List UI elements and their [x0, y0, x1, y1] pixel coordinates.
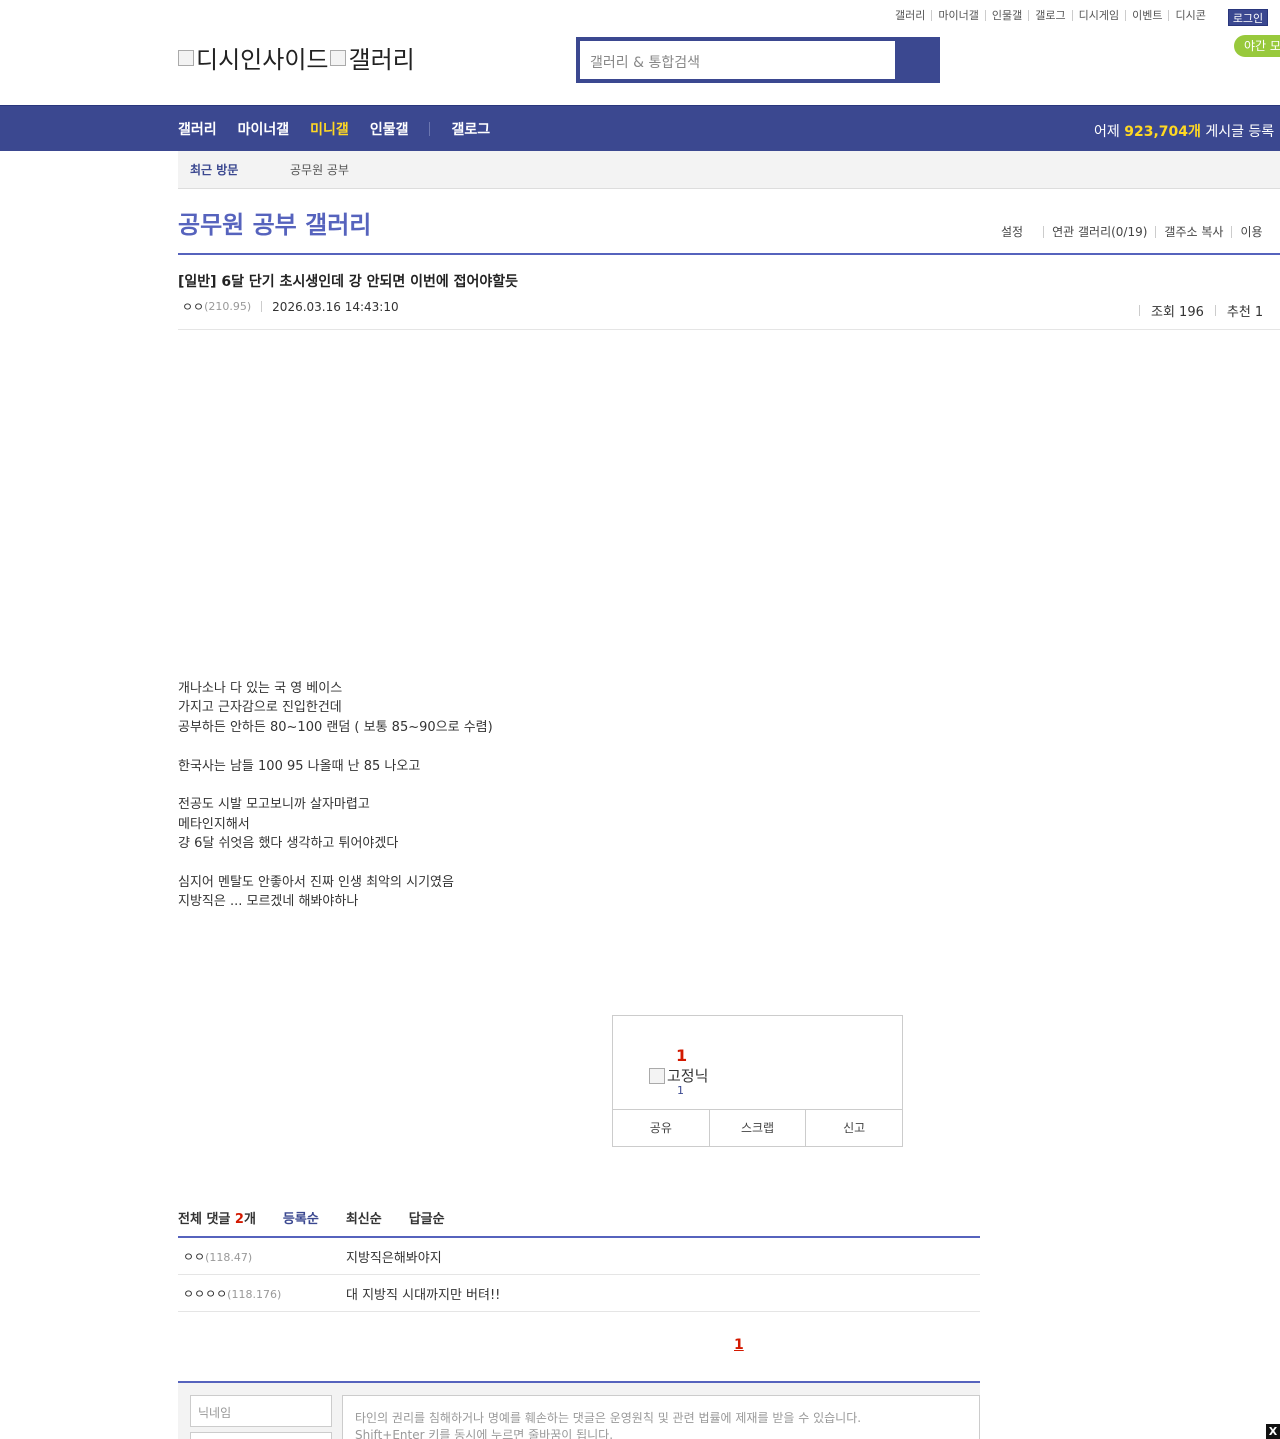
post-count-value: 923,704개	[1124, 124, 1201, 140]
top-util-links: 갤러리 마이너갤 인물갤 갤로그 디시게임 이벤트 디시콘	[889, 10, 1212, 21]
broken-image-icon	[178, 49, 194, 66]
post-body-blank	[178, 854, 493, 873]
post-title: [일반] 6달 단기 초시생인데 강 안되면 이번에 접어야할듯	[178, 274, 519, 290]
util-link-person[interactable]: 인물갤	[984, 10, 1028, 21]
post-body-line: 가지고 근자감으로 진입한건데	[178, 700, 342, 716]
gallery-options: 설정 연관 갤러리(0/19) 갤주소 복사 이용	[1001, 226, 1271, 238]
logo-gallery[interactable]: 갤러리	[330, 40, 415, 75]
scrap-button[interactable]: 스크랩	[708, 1110, 806, 1146]
logo-dcinside[interactable]: 디시인사이드	[178, 40, 328, 75]
divider	[1214, 304, 1216, 316]
divider	[178, 253, 1280, 255]
site-logo[interactable]: 디시인사이드 갤러리	[178, 40, 415, 75]
comment-textarea[interactable]: 타인의 권리를 침해하거나 명예를 훼손하는 댓글은 운영원칙 및 관련 법률에…	[342, 1395, 980, 1439]
fixed-nick-recommend: 고정닉	[649, 1065, 708, 1086]
login-button[interactable]: 로그인	[1228, 9, 1268, 26]
gnb-item-minor[interactable]: 마이너갤	[238, 119, 290, 139]
post-body: 개나소나 다 있는 국 영 베이스 가지고 근자감으로 진입한건데 공부하든 안…	[178, 679, 493, 912]
divider	[261, 301, 263, 312]
gnb-item-gallery[interactable]: 갤러리	[178, 119, 217, 139]
comment-row: ㅇㅇ(118.47) 지방직은해봐야지	[178, 1238, 980, 1275]
util-link-gallery[interactable]: 갤러리	[889, 10, 931, 21]
post-date: 2026.03.16 14:43:10	[272, 299, 399, 314]
gnb-divider	[429, 122, 431, 136]
util-link-minor[interactable]: 마이너갤	[931, 10, 984, 21]
recommend-count: 1	[676, 1046, 688, 1065]
related-gallery-link[interactable]: 연관 갤러리(0/19)	[1043, 226, 1155, 238]
night-mode-button[interactable]: 야간 모	[1234, 35, 1280, 57]
post-body-line: 개나소나 다 있는 국 영 베이스	[178, 681, 343, 696]
post-body-line: 전공도 시발 모고보니까 살자마렵고	[178, 797, 370, 813]
post-body-line: 지방직은 ... 모르겠네 해봐야하나	[178, 894, 359, 910]
post-recommend: 추천 1	[1226, 304, 1264, 320]
comment-total: 전체 댓글 2개	[178, 1212, 256, 1227]
util-link-event[interactable]: 이벤트	[1125, 10, 1168, 21]
post-count-stat: 어제 923,704개 게시글 등록	[1094, 124, 1275, 140]
comment-tabs: 전체 댓글 2개 등록순 최신순 답글순	[178, 1208, 472, 1227]
post-actions: 공유 스크랩 신고	[613, 1109, 902, 1146]
post-body-line: 심지어 멘탈도 안좋아서 진짜 인생 최악의 시기였음	[178, 875, 454, 891]
broken-image-icon	[649, 1067, 665, 1084]
global-nav: 갤러리 마이너갤 미니갤 인물갤 갤로그 어제 923,704개 게시글 등록	[0, 105, 1280, 151]
fixed-nick-count: 1	[677, 1084, 684, 1097]
comment-page-1[interactable]: 1	[734, 1337, 744, 1353]
util-link-gallog[interactable]: 갤로그	[1028, 10, 1071, 21]
recent-visit-bar: 최근 방문 공무원 공부	[178, 151, 1280, 189]
broken-image-icon	[330, 49, 347, 66]
post-body-blank	[178, 776, 493, 795]
nickname-input[interactable]: 닉네임	[190, 1395, 332, 1427]
recent-visit-label[interactable]: 최근 방문	[178, 161, 290, 178]
password-input[interactable]	[190, 1432, 332, 1439]
recommend-box: 1 고정닉 1 공유 스크랩 신고	[612, 1015, 903, 1147]
copy-address-link[interactable]: 갤주소 복사	[1155, 226, 1231, 238]
post-stats: 조회 196 추천 1	[1128, 299, 1280, 321]
gallery-title[interactable]: 공무원 공부 갤러리	[178, 205, 371, 240]
sort-replies[interactable]: 답글순	[409, 1208, 445, 1227]
gnb-item-person[interactable]: 인물갤	[370, 119, 409, 139]
post-body-line: 걍 6달 쉬엇음 했다 생각하고 튀어야겠다	[178, 836, 399, 852]
gallery-settings-link[interactable]: 설정	[1001, 226, 1031, 238]
usage-link[interactable]: 이용	[1231, 226, 1270, 238]
gnb-item-gallog[interactable]: 갤로그	[451, 119, 490, 139]
post-author-ip: (210.95)	[204, 300, 252, 313]
search-input[interactable]: 갤러리 & 통합검색	[580, 41, 895, 79]
post-body-line: 공부하든 안하든 80~100 랜덤 ( 보통 85~90으로 수렴)	[178, 719, 493, 735]
search-button[interactable]	[895, 41, 936, 79]
sort-latest[interactable]: 최신순	[346, 1208, 382, 1227]
gnb-menu: 갤러리 마이너갤 미니갤 인물갤 갤로그	[178, 106, 511, 152]
comment-nick[interactable]: ㅇㅇ(118.47)	[178, 1248, 346, 1265]
comment-nick[interactable]: ㅇㅇㅇㅇ(118.176)	[178, 1285, 346, 1302]
search-bar: 갤러리 & 통합검색	[576, 37, 940, 83]
comment-text: 대 지방직 시대까지만 버텨!!	[346, 1287, 501, 1303]
post-author[interactable]: ㅇㅇ	[182, 298, 204, 315]
post-body-line: 한국사는 남들 100 95 나올때 난 85 나오고	[178, 758, 421, 774]
share-button[interactable]: 공유	[613, 1110, 709, 1146]
report-button[interactable]: 신고	[805, 1110, 902, 1146]
close-ad-button[interactable]: X	[1266, 1424, 1280, 1439]
comment-total-count: 2	[234, 1212, 244, 1227]
comment-row: ㅇㅇㅇㅇ(118.176) 대 지방직 시대까지만 버텨!!	[178, 1275, 980, 1312]
util-link-dccon[interactable]: 디시콘	[1168, 10, 1211, 21]
sort-registered[interactable]: 등록순	[283, 1208, 319, 1227]
divider	[178, 329, 1280, 330]
util-link-game[interactable]: 디시게임	[1071, 10, 1125, 21]
gnb-item-mini[interactable]: 미니갤	[310, 119, 349, 139]
post-body-blank	[178, 737, 493, 756]
recent-visit-item[interactable]: 공무원 공부	[290, 161, 349, 178]
divider	[1139, 304, 1140, 316]
post-body-line: 메타인지해서	[178, 816, 250, 832]
post-meta: ㅇㅇ (210.95) 2026.03.16 14:43:10	[182, 298, 399, 315]
comment-text: 지방직은해봐야지	[346, 1250, 442, 1266]
post-views: 조회 196	[1151, 304, 1204, 320]
